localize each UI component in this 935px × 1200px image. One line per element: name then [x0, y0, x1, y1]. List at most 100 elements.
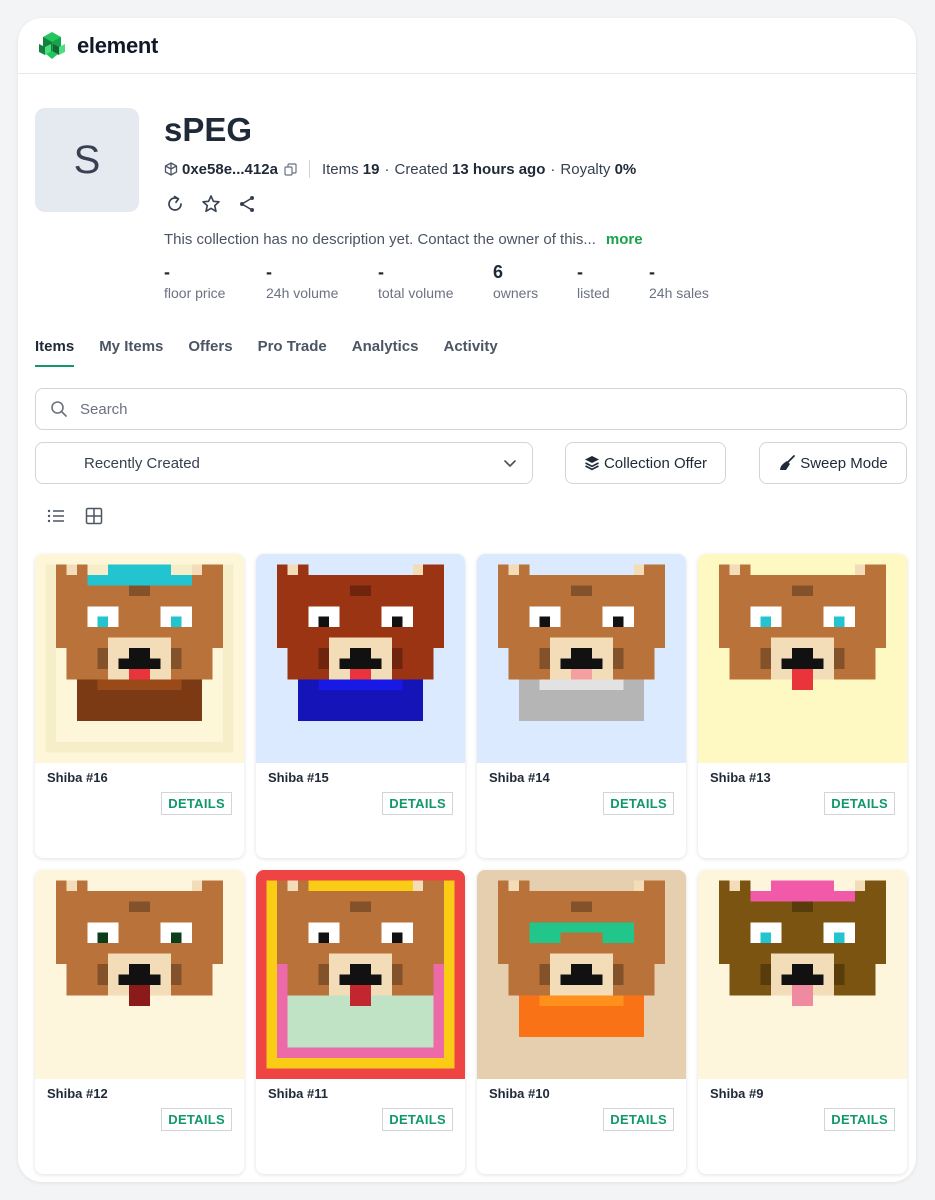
collection-offer-button[interactable]: Collection Offer	[565, 442, 726, 484]
stat-label: total volume	[378, 285, 454, 301]
tab-offers[interactable]: Offers	[188, 338, 232, 367]
tab-analytics[interactable]: Analytics	[352, 338, 419, 367]
stat-label: floor price	[164, 285, 226, 301]
collection-avatar: S	[35, 108, 139, 212]
created-label: Created	[394, 160, 448, 178]
sort-selected-value: Recently Created	[84, 454, 200, 472]
stats-row: - floor price - 24h volume - total volume 6…	[164, 261, 884, 301]
stat-24h-volume: - 24h volume	[266, 261, 378, 301]
collection-actions	[164, 193, 884, 215]
collection-title: sPEG	[164, 111, 253, 148]
stat-label: owners	[493, 285, 539, 301]
nft-card[interactable]: Shiba #9 DETAILS	[698, 870, 907, 1174]
nft-card[interactable]: Shiba #16 DETAILS	[35, 554, 244, 858]
nft-image	[698, 554, 907, 763]
tab-pro-trade[interactable]: Pro Trade	[258, 338, 327, 367]
list-view-icon[interactable]	[46, 506, 66, 526]
star-icon[interactable]	[200, 193, 222, 215]
stat-value: -	[649, 262, 655, 282]
royalty-label: Royalty	[560, 160, 611, 178]
top-bar: element	[18, 18, 916, 74]
collection-avatar-wrap: S	[35, 108, 139, 212]
nft-name: Shiba #15	[268, 770, 329, 785]
layers-icon	[584, 455, 600, 471]
element-logo-icon	[39, 31, 65, 59]
stat-value: -	[164, 262, 170, 282]
sweep-mode-button[interactable]: Sweep Mode	[759, 442, 907, 484]
stat-value: -	[577, 262, 583, 282]
sort-select[interactable]: Recently Created	[35, 442, 533, 484]
stat-floor-price: - floor price	[164, 261, 266, 301]
collection-offer-label: Collection Offer	[603, 454, 708, 472]
details-button[interactable]: DETAILS	[161, 792, 232, 815]
nft-card[interactable]: Shiba #15 DETAILS	[256, 554, 465, 858]
stat-label: 24h sales	[649, 285, 709, 301]
nft-name: Shiba #14	[489, 770, 550, 785]
nft-card[interactable]: Shiba #11 DETAILS	[256, 870, 465, 1174]
refresh-icon[interactable]	[164, 193, 186, 215]
stat-24h-sales: - 24h sales	[649, 261, 739, 301]
nft-image	[698, 870, 907, 1079]
nft-card[interactable]: Shiba #13 DETAILS	[698, 554, 907, 858]
stat-value: 6	[493, 262, 504, 282]
created-value: 13 hours ago	[452, 160, 546, 178]
description-text: This collection has no description yet. …	[164, 230, 596, 248]
collection-chain-icon	[164, 162, 178, 176]
details-button[interactable]: DETAILS	[382, 1108, 453, 1131]
stat-label: listed	[577, 285, 610, 301]
nft-name: Shiba #13	[710, 770, 771, 785]
nft-card[interactable]: Shiba #10 DETAILS	[477, 870, 686, 1174]
stat-total-volume: - total volume	[378, 261, 493, 301]
nft-card[interactable]: Shiba #12 DETAILS	[35, 870, 244, 1174]
details-button[interactable]: DETAILS	[382, 792, 453, 815]
nft-name: Shiba #9	[710, 1086, 764, 1101]
details-button[interactable]: DETAILS	[824, 792, 895, 815]
items-count: 19	[362, 160, 380, 178]
tab-my-items[interactable]: My Items	[99, 338, 163, 367]
stat-owners: 6 owners	[493, 261, 577, 301]
meta-dot: ·	[384, 160, 390, 178]
nft-image	[256, 554, 465, 763]
nft-image	[256, 870, 465, 1079]
items-label: Items	[321, 160, 359, 178]
details-button[interactable]: DETAILS	[161, 1108, 232, 1131]
search-box	[35, 388, 907, 430]
chevron-down-icon	[502, 455, 518, 471]
grid-view-icon[interactable]	[84, 506, 104, 526]
meta-dot: ·	[550, 160, 556, 178]
stat-label: 24h volume	[266, 285, 339, 301]
stat-value: -	[378, 262, 384, 282]
nft-name: Shiba #11	[268, 1086, 328, 1101]
broom-icon	[778, 454, 796, 472]
tab-items[interactable]: Items	[35, 338, 75, 367]
royalty-value: 0%	[614, 160, 637, 178]
nft-image	[35, 870, 244, 1079]
more-link[interactable]: more	[606, 231, 643, 248]
details-button[interactable]: DETAILS	[603, 792, 674, 815]
contract-address[interactable]: 0xe58e...412a	[182, 161, 278, 178]
items-grid: Shiba #16 DETAILS Shiba #15 DETAILS Shiba …	[35, 554, 907, 1174]
nft-image	[477, 554, 686, 763]
collection-meta: 0xe58e...412a Items 19 · Created 13 hour…	[164, 158, 884, 180]
search-input[interactable]	[80, 400, 840, 418]
tab-activity[interactable]: Activity	[443, 338, 497, 367]
details-button[interactable]: DETAILS	[603, 1108, 674, 1131]
stat-listed: - listed	[577, 261, 649, 301]
nft-name: Shiba #16	[47, 770, 108, 785]
details-button[interactable]: DETAILS	[824, 1108, 895, 1131]
stat-value: -	[266, 262, 272, 282]
search-icon	[50, 400, 68, 418]
meta-divider	[308, 160, 310, 178]
nft-image	[477, 870, 686, 1079]
app-window: element S sPEG 0xe58e...412a Items 19 · …	[18, 18, 916, 1182]
share-icon[interactable]	[236, 193, 258, 215]
brand-name: element	[77, 32, 159, 58]
collection-info: sPEG 0xe58e...412a Items 19 · Created 13…	[164, 110, 884, 301]
copy-icon[interactable]	[284, 162, 297, 176]
nft-card[interactable]: Shiba #14 DETAILS	[477, 554, 686, 858]
view-toggle	[46, 506, 104, 526]
collection-description: This collection has no description yet. …	[164, 229, 884, 249]
brand-logo[interactable]: element	[35, 31, 158, 61]
collection-tabs: Items My Items Offers Pro Trade Analytic…	[35, 338, 498, 367]
nft-image	[35, 554, 244, 763]
